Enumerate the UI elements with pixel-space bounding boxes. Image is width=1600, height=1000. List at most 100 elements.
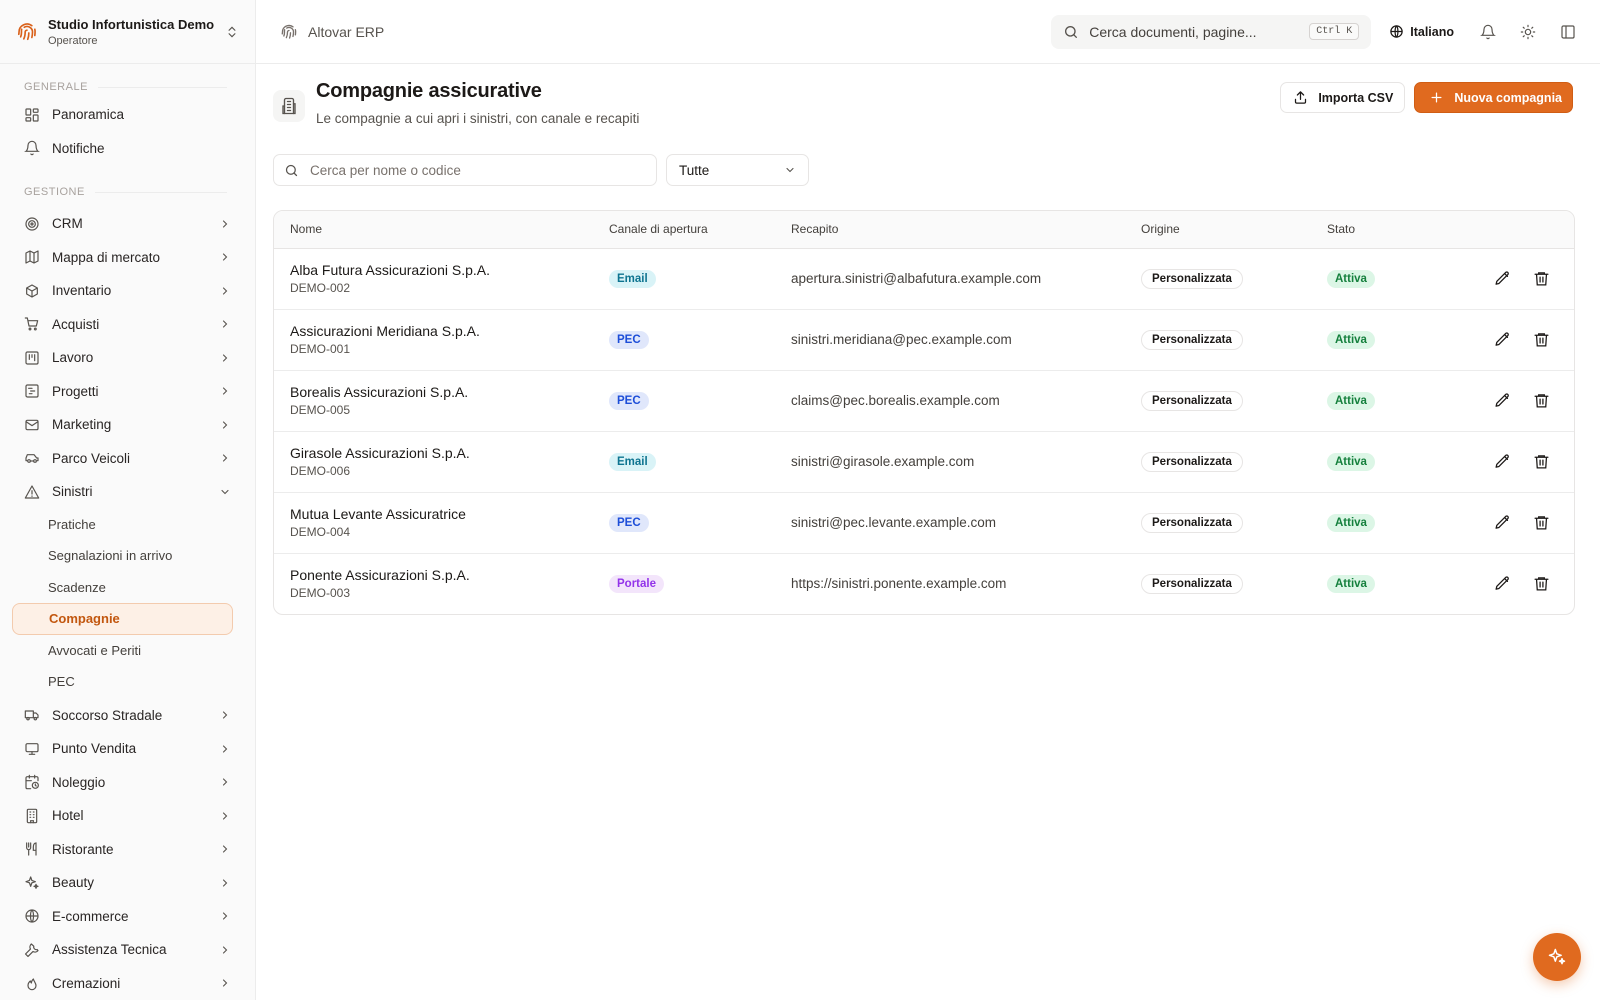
origin-badge: Personalizzata: [1141, 268, 1243, 289]
sidebar-item-label: Sinistri: [52, 484, 93, 500]
trash-icon[interactable]: [1533, 392, 1550, 409]
chevron-right-icon: [222, 812, 228, 820]
edit-icon[interactable]: [1494, 392, 1511, 409]
sidebar-item-beauty[interactable]: Beauty: [0, 866, 255, 900]
sidebar-subitem-scadenze[interactable]: Scadenze: [0, 572, 255, 604]
import-csv-label: Importa CSV: [1318, 90, 1394, 105]
edit-icon[interactable]: [1494, 575, 1511, 592]
sun-icon[interactable]: [1520, 24, 1536, 40]
alert-triangle-icon: [24, 485, 40, 499]
globe-icon: [1390, 25, 1403, 38]
edit-icon[interactable]: [1494, 514, 1511, 531]
chevron-right-icon: [222, 253, 228, 261]
table-row[interactable]: Ponente Assicurazioni S.p.A. DEMO-003 Por…: [274, 552, 1574, 614]
company-name[interactable]: Alba Futura Assicurazioni S.p.A.: [290, 262, 593, 278]
sidebar-item-mappa[interactable]: Mappa di mercato: [0, 241, 255, 275]
trash-icon[interactable]: [1533, 270, 1550, 287]
sidebar-item-panoramica[interactable]: Panoramica: [0, 98, 255, 132]
filters: Tutte: [273, 154, 809, 186]
origin-badge: Personalizzata: [1141, 451, 1243, 472]
sidebar-item-noleggio[interactable]: Noleggio: [0, 766, 255, 800]
fingerprint-icon: [17, 22, 36, 40]
gantt-icon: [25, 384, 39, 398]
org-switcher[interactable]: Studio Infortunistica Demo Operatore: [0, 0, 255, 64]
sidebar-subitem-segnalazioni[interactable]: Segnalazioni in arrivo: [0, 540, 255, 572]
company-name[interactable]: Borealis Assicurazioni S.p.A.: [290, 384, 593, 400]
sidebar-item-parco-veicoli[interactable]: Parco Veicoli: [0, 442, 255, 476]
edit-icon[interactable]: [1494, 453, 1511, 470]
page-icon: [273, 90, 305, 122]
edit-icon[interactable]: [1494, 331, 1511, 348]
sidebar-item-soccorso-stradale[interactable]: Soccorso Stradale: [0, 699, 255, 733]
bell-icon[interactable]: [1480, 24, 1496, 40]
table-row[interactable]: Borealis Assicurazioni S.p.A. DEMO-005 PE…: [274, 369, 1574, 431]
chevron-right-icon: [222, 387, 228, 395]
col-canale[interactable]: Canale di apertura: [593, 211, 775, 249]
sidebar-toggle-icon[interactable]: [1560, 24, 1576, 40]
target-icon: [25, 217, 39, 231]
global-search-input[interactable]: [1089, 23, 1300, 40]
global-search[interactable]: Ctrl K: [1051, 14, 1372, 49]
chevron-right-icon: [222, 421, 228, 429]
page-subtitle: Le compagnie a cui apri i sinistri, con …: [316, 111, 640, 126]
edit-icon[interactable]: [1494, 270, 1511, 287]
section-label-gestione: GESTIONE: [0, 181, 255, 203]
col-origine[interactable]: Origine: [1125, 211, 1311, 249]
col-actions: [1421, 211, 1574, 249]
chevron-right-icon: [222, 845, 228, 853]
sparkles-icon: [25, 876, 39, 889]
company-code: DEMO-003: [290, 586, 351, 601]
company-code: DEMO-004: [290, 525, 351, 539]
sidebar-item-acquisti[interactable]: Acquisti: [0, 308, 255, 342]
sidebar-subitem-avvocati-periti[interactable]: Avvocati e Periti: [0, 635, 255, 667]
sidebar-item-marketing[interactable]: Marketing: [0, 408, 255, 442]
sidebar-item-progetti[interactable]: Progetti: [0, 375, 255, 409]
col-recapito[interactable]: Recapito: [775, 211, 1125, 249]
trash-icon[interactable]: [1533, 453, 1550, 470]
table-row[interactable]: Mutua Levante Assicuratrice DEMO-004 PEC …: [274, 491, 1574, 553]
new-company-button[interactable]: Nuova compagnia: [1414, 82, 1573, 113]
brand-name: Altovar ERP: [308, 23, 385, 40]
org-role: Operatore: [48, 34, 98, 47]
import-csv-button[interactable]: Importa CSV: [1280, 82, 1406, 113]
company-search-input[interactable]: [310, 162, 646, 178]
wrench-icon: [24, 943, 39, 957]
table-row[interactable]: Assicurazioni Meridiana S.p.A. DEMO-001 P…: [274, 308, 1574, 370]
sidebar-item-ecommerce[interactable]: E-commerce: [0, 900, 255, 934]
trash-icon[interactable]: [1533, 331, 1550, 348]
table-row[interactable]: Girasole Assicurazioni S.p.A. DEMO-006 Em…: [274, 430, 1574, 492]
sidebar-item-lavoro[interactable]: Lavoro: [0, 341, 255, 375]
col-nome[interactable]: Nome: [274, 211, 593, 249]
sidebar-item-punto-vendita[interactable]: Punto Vendita: [0, 732, 255, 766]
sidebar-item-sinistri[interactable]: Sinistri: [0, 475, 255, 509]
status-filter-select[interactable]: Tutte: [666, 154, 809, 186]
sidebar-item-cremazioni[interactable]: Cremazioni: [0, 967, 255, 1000]
sidebar-subitem-pratiche[interactable]: Pratiche: [0, 509, 255, 541]
sidebar-item-hotel[interactable]: Hotel: [0, 799, 255, 833]
company-contact: sinistri@pec.levante.example.com: [775, 491, 1125, 553]
company-name[interactable]: Girasole Assicurazioni S.p.A.: [290, 445, 593, 461]
trash-icon[interactable]: [1533, 575, 1550, 592]
status-filter-value: Tutte: [679, 162, 710, 178]
company-search[interactable]: [273, 154, 657, 186]
language-switcher[interactable]: Italiano: [1389, 24, 1454, 39]
sidebar-subitem-compagnie[interactable]: Compagnie: [12, 603, 233, 635]
table-row[interactable]: Alba Futura Assicurazioni S.p.A. DEMO-002…: [274, 248, 1574, 309]
sidebar-item-label: Hotel: [52, 808, 84, 824]
sidebar-subitem-pec[interactable]: PEC: [0, 666, 255, 698]
company-name[interactable]: Ponente Assicurazioni S.p.A.: [290, 567, 593, 583]
trash-icon[interactable]: [1533, 514, 1550, 531]
sidebar-item-notifiche[interactable]: Notifiche: [0, 132, 255, 166]
fingerprint-icon: [281, 24, 297, 39]
sidebar-item-assistenza-tecnica[interactable]: Assistenza Tecnica: [0, 933, 255, 967]
col-stato[interactable]: Stato: [1311, 211, 1421, 249]
sidebar-item-ristorante[interactable]: Ristorante: [0, 833, 255, 867]
chevron-right-icon: [222, 778, 228, 786]
ai-assistant-button[interactable]: [1533, 933, 1581, 981]
company-name[interactable]: Mutua Levante Assicuratrice: [290, 506, 593, 522]
sidebar-item-crm[interactable]: CRM: [0, 207, 255, 241]
sidebar-item-inventario[interactable]: Inventario: [0, 274, 255, 308]
sidebar-item-label: Panoramica: [52, 107, 125, 123]
company-name[interactable]: Assicurazioni Meridiana S.p.A.: [290, 323, 593, 339]
brand[interactable]: Altovar ERP: [280, 23, 384, 41]
